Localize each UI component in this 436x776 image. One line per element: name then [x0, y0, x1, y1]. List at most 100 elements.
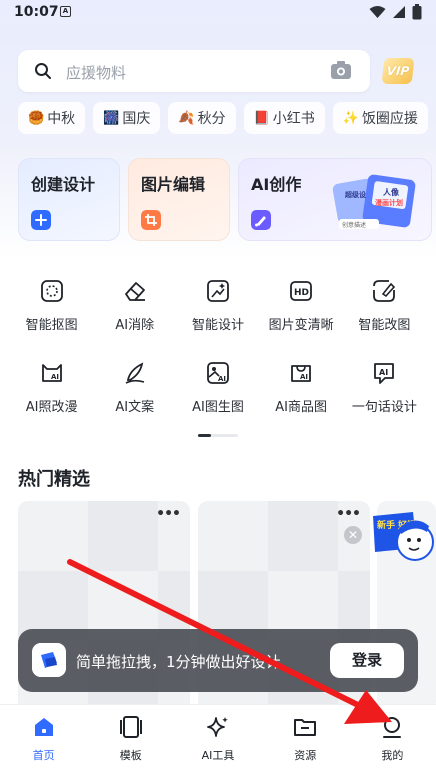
svg-text:HD: HD [294, 288, 309, 298]
book-icon: 📕 [253, 110, 270, 126]
tool-hd-enhance[interactable]: HD 图片变清晰 [260, 272, 343, 354]
fireworks-icon: 🎆 [103, 110, 120, 126]
tool-ai-cartoon[interactable]: AI AI照改漫 [10, 354, 93, 436]
close-icon[interactable]: ✕ [344, 526, 362, 544]
page-indicator-active [198, 434, 211, 437]
ai-brush-icon [251, 210, 271, 230]
tag-label: 中秋 [47, 111, 76, 127]
search-icon [35, 63, 51, 79]
folder-icon [294, 719, 317, 736]
tool-label: AI照改漫 [25, 400, 78, 415]
notification-app-icon: A [60, 6, 71, 17]
toast-message: 简单拖拉拽，1分钟做出好设计 [76, 653, 281, 671]
nav-label: 资源 [294, 749, 317, 762]
svg-text:AI: AI [379, 368, 388, 377]
tool-smart-cutout[interactable]: 智能抠图 [10, 272, 93, 354]
plus-icon [31, 210, 51, 230]
ai-sentence-icon: AI [374, 363, 395, 384]
tag-mid-autumn[interactable]: 🥮 中秋 [18, 102, 86, 134]
vip-badge[interactable]: VIP [381, 58, 415, 84]
battery-icon [412, 4, 422, 20]
tool-label: 一句话设计 [351, 400, 417, 415]
tag-label: 小红书 [272, 111, 315, 127]
tag-label: 秋分 [197, 111, 226, 127]
svg-text:AI: AI [218, 375, 226, 383]
create-design-card[interactable]: 创建设计 [18, 158, 120, 241]
search-placeholder: 应援物料 [66, 64, 127, 82]
bottom-navigation: 首页 模板 AI工具 资源 我的 [0, 704, 436, 776]
card-title: AI创作 [251, 175, 302, 194]
sparkle-icon: ✨ [342, 110, 359, 126]
nav-home[interactable]: 首页 [0, 705, 87, 776]
nav-profile[interactable]: 我的 [349, 705, 436, 776]
leaf-icon: 🍂 [178, 110, 195, 126]
tool-label: 图片变清晰 [268, 318, 334, 333]
svg-text:AI: AI [300, 373, 308, 381]
tool-ai-erase[interactable]: AI消除 [93, 272, 176, 354]
status-indicators [369, 4, 422, 20]
nav-label: AI工具 [201, 749, 235, 762]
login-button[interactable]: 登录 [330, 643, 404, 678]
tool-page-indicator [198, 434, 238, 437]
wifi-icon [369, 6, 386, 18]
tool-row: AI AI照改漫 AI文案 AI AI图生图 AI AI商品图 AI 一句话设计 [10, 354, 426, 436]
modify-image-icon [373, 280, 396, 302]
tool-label: 智能设计 [191, 318, 244, 333]
login-toast: 简单拖拉拽，1分钟做出好设计 登录 [18, 629, 418, 692]
ai-illus-line: 超级设 [345, 190, 367, 199]
status-bar: 10:07 A [0, 0, 436, 26]
ai-illus-line: 人像 [383, 187, 400, 197]
ai-product-icon: AI [291, 365, 312, 382]
mooncake-icon: 🥮 [28, 110, 45, 126]
ai-illus-line: 创意描述 [342, 221, 366, 229]
tag-xiaohongshu[interactable]: 📕 小红书 [243, 102, 325, 134]
tool-ai-copywriting[interactable]: AI文案 [93, 354, 176, 436]
tag-fan-support[interactable]: ✨ 饭圈应援 [332, 102, 428, 134]
tag-national-day[interactable]: 🎆 国庆 [93, 102, 161, 134]
tool-label: AI消除 [115, 318, 155, 333]
tool-smart-design[interactable]: 智能设计 [176, 272, 259, 354]
ai-image-icon: AI [207, 362, 229, 384]
ai-creation-card[interactable]: AI创作 超级设 人像 漫画计划 创意描述 [238, 158, 432, 241]
tool-row: 智能抠图 AI消除 智能设计 HD 图片变清晰 智能改图 [10, 272, 426, 354]
tool-one-sentence-design[interactable]: AI 一句话设计 [343, 354, 426, 436]
more-options-icon[interactable]: ••• [336, 506, 361, 522]
ai-illus-line: 漫画计划 [375, 198, 403, 207]
more-options-icon[interactable]: ••• [156, 506, 181, 522]
nav-templates[interactable]: 模板 [87, 705, 174, 776]
nav-label: 首页 [32, 749, 55, 762]
tool-smart-modify[interactable]: 智能改图 [343, 272, 426, 354]
nav-label: 模板 [119, 749, 142, 762]
category-tags: 🥮中秋 🎆国庆 🍂秋分 📕小红书 ✨饭圈应援 🏆 [18, 102, 436, 134]
tool-label: AI文案 [115, 400, 155, 415]
status-time: 10:07 [14, 4, 59, 20]
image-edit-card[interactable]: 图片编辑 [128, 158, 230, 241]
smart-design-icon [207, 280, 229, 302]
tool-ai-product[interactable]: AI AI商品图 [260, 354, 343, 436]
card-title: 创建设计 [31, 175, 96, 194]
ai-comic-illustration: 超级设 人像 漫画计划 创意描述 [332, 174, 416, 229]
newbie-mascot[interactable]: 新手 好福 [367, 508, 436, 568]
app-logo-icon [32, 643, 66, 677]
signal-icon [393, 6, 405, 18]
tag-label: 国庆 [122, 111, 151, 127]
hd-icon: HD [290, 281, 313, 301]
nav-ai-tools[interactable]: AI工具 [174, 705, 261, 776]
profile-icon [383, 717, 402, 738]
tool-label: AI图生图 [192, 400, 244, 415]
tag-label: 饭圈应援 [361, 111, 418, 127]
hot-picks-title: 热门精选 [18, 469, 90, 490]
template-icon [119, 716, 142, 738]
eraser-icon [124, 282, 145, 301]
ai-tools-icon [207, 717, 228, 737]
nav-resources[interactable]: 资源 [262, 705, 349, 776]
nav-label: 我的 [381, 749, 404, 762]
pen-icon [125, 362, 145, 384]
tool-label: 智能抠图 [25, 318, 78, 333]
tool-ai-img2img[interactable]: AI AI图生图 [176, 354, 259, 436]
camera-icon[interactable] [330, 60, 352, 80]
svg-text:AI: AI [51, 373, 59, 381]
search-input[interactable]: 应援物料 [18, 50, 370, 92]
card-title: 图片编辑 [141, 175, 206, 194]
tag-autumn-equinox[interactable]: 🍂 秋分 [168, 102, 236, 134]
